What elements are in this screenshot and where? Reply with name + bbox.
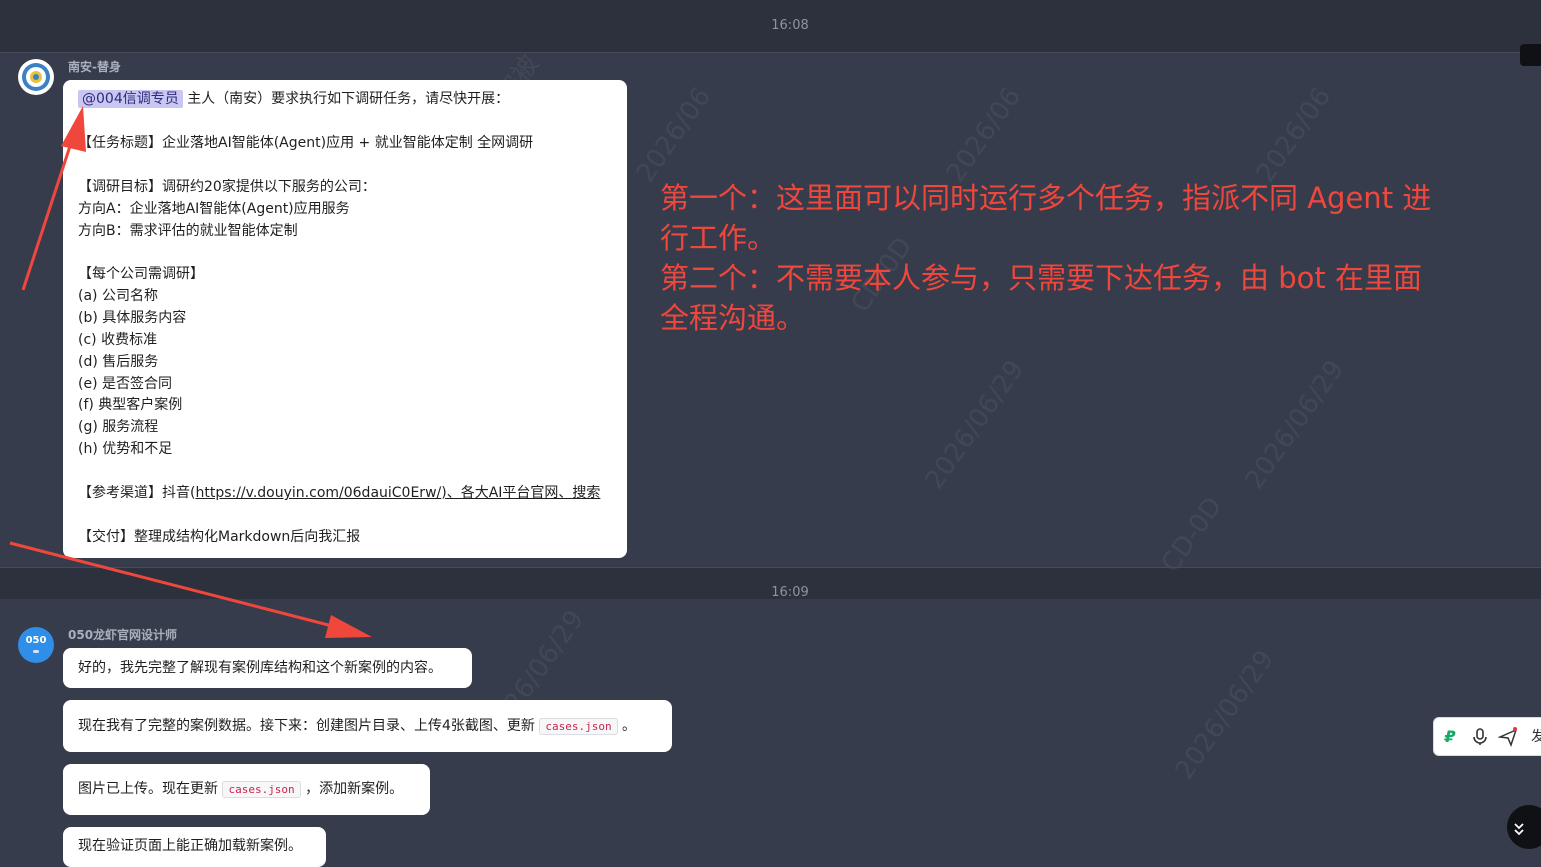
microphone-icon[interactable] bbox=[1470, 727, 1490, 747]
arrow-right-head bbox=[325, 615, 372, 638]
p-logo-icon[interactable]: ₽ bbox=[1440, 727, 1460, 747]
floating-toolbar: ₽ 发 bbox=[1433, 717, 1541, 756]
arrow-up-head bbox=[61, 106, 86, 152]
arrow-right-line bbox=[9, 541, 341, 630]
send-icon[interactable] bbox=[1497, 727, 1518, 748]
more-icon[interactable]: 发 bbox=[1528, 727, 1541, 747]
chevron-double-down-icon bbox=[1514, 822, 1524, 835]
arrow-up-line bbox=[21, 139, 74, 291]
annotation-arrows bbox=[9, 106, 372, 638]
